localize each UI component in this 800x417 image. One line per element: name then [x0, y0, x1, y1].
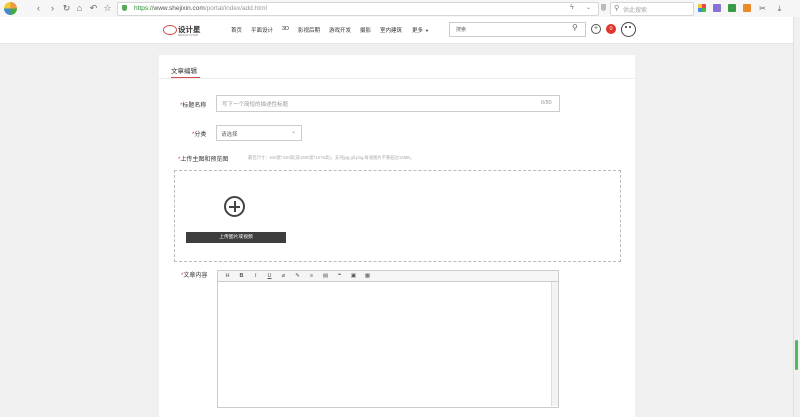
title-char-counter: 0/80	[541, 100, 552, 106]
nav-home[interactable]: 首页	[231, 26, 242, 34]
italic-icon[interactable]: I	[251, 272, 260, 280]
forward-icon[interactable]: ›	[47, 3, 58, 14]
tab-divider	[159, 78, 635, 79]
nav-graphic-design[interactable]: 平面设计	[251, 26, 273, 34]
site-search-input[interactable]: 搜索 ⚲	[449, 22, 586, 37]
upload-hint: 最佳尺寸：640宽*430高(或1600宽*1075高)，支持jpg,gif,p…	[248, 155, 415, 160]
upload-label-text: 上传主图和预览图	[180, 157, 229, 163]
nav-post-production[interactable]: 影视后期	[298, 26, 320, 34]
shield-icon[interactable]	[601, 4, 606, 11]
category-select[interactable]: 请选择 ⌄	[216, 125, 302, 141]
site-header: 设计星 DESIGN STAR 首页 平面设计 3D 影视后期 游戏开发 摄影 …	[0, 17, 793, 44]
title-placeholder: 写下一个简短的描述性标题	[222, 102, 289, 108]
nav-photography[interactable]: 摄影	[360, 26, 371, 34]
caret-down-icon: ▼	[425, 28, 429, 33]
secure-shield-icon	[122, 5, 127, 11]
scissors-icon[interactable]: ✂	[757, 3, 768, 14]
list-icon[interactable]: ≡	[307, 272, 316, 280]
avatar-face-icon	[625, 26, 627, 28]
content-label: *文章内容	[181, 270, 207, 279]
back-icon[interactable]: ‹	[33, 3, 44, 14]
bookmark-star-icon[interactable]: ☆	[102, 3, 113, 14]
underline-icon[interactable]: U	[265, 272, 274, 280]
notification-badge[interactable]: 0	[606, 24, 616, 34]
avatar[interactable]	[621, 22, 636, 37]
browser-search-placeholder: 供此搜索	[623, 8, 648, 14]
category-selected-value: 请选择	[221, 132, 238, 138]
scroll-thumb[interactable]	[795, 340, 798, 370]
nav-more-label: 更多	[412, 28, 424, 34]
undo-icon[interactable]: ↶	[88, 3, 99, 14]
logo-subtext: DESIGN STAR	[178, 33, 199, 37]
plus-vertical	[233, 201, 236, 212]
purple-extension-icon[interactable]	[713, 4, 721, 12]
editor-toolbar: H B I U ⌀ ✎ ≡ ▤ ❝ ▣ ▦	[218, 271, 558, 282]
browser-toolbar: ‹ › ↻ ⌂ ↶ ☆ https://www.shejixin.com/por…	[0, 0, 800, 18]
nav-3d[interactable]: 3D	[282, 26, 289, 32]
brush-icon[interactable]: ✎	[293, 272, 302, 280]
reload-icon[interactable]: ↻	[61, 3, 72, 14]
chevron-down-icon[interactable]: ⌄	[586, 4, 591, 11]
add-circle-icon[interactable]	[224, 196, 245, 217]
title-label-text: 标题名称	[182, 103, 207, 109]
address-text: https://www.shejixin.com/portal/index/ad…	[134, 5, 267, 12]
category-label-text: 分类	[194, 132, 207, 138]
site-logo[interactable]: 设计星 DESIGN STAR	[163, 23, 205, 37]
orange-extension-icon[interactable]	[743, 4, 751, 12]
add-circle-icon[interactable]: +	[591, 24, 601, 34]
site-search-text: 搜索	[456, 27, 467, 33]
heading-icon[interactable]: H	[223, 272, 232, 280]
home-icon[interactable]: ⌂	[74, 3, 85, 14]
lightning-icon[interactable]: ϟ	[570, 4, 574, 11]
browser-logo-icon	[4, 2, 17, 15]
upload-dropzone[interactable]	[174, 170, 621, 262]
grid-extension-icon[interactable]	[698, 4, 706, 12]
bold-icon[interactable]: B	[237, 272, 246, 280]
nav-more[interactable]: 更多 ▼	[412, 26, 429, 34]
magnifier-icon[interactable]: ⚲	[572, 23, 578, 32]
nav-interior[interactable]: 室内建筑	[380, 26, 402, 34]
title-label: *标题名称	[180, 100, 206, 109]
avatar-eye-icon	[629, 26, 631, 28]
nav-game-dev[interactable]: 游戏开发	[329, 26, 351, 34]
tab-article-edit[interactable]: 文章编辑	[171, 65, 197, 75]
upload-label: *上传主图和预览图	[178, 154, 228, 163]
address-bar[interactable]: https://www.shejixin.com/portal/index/ad…	[117, 2, 599, 16]
qr-extension-icon[interactable]	[728, 4, 736, 12]
image-icon[interactable]: ▣	[349, 272, 358, 280]
rich-text-editor[interactable]: H B I U ⌀ ✎ ≡ ▤ ❝ ▣ ▦	[217, 270, 559, 408]
category-label: *分类	[192, 129, 206, 138]
content-label-text: 文章内容	[183, 273, 208, 279]
editor-scrollbar[interactable]	[551, 282, 558, 406]
search-icon: ⚲	[614, 5, 620, 12]
align-icon[interactable]: ▤	[321, 272, 330, 280]
eraser-icon[interactable]: ⌀	[279, 272, 288, 280]
chevron-down-icon: ⌄	[291, 129, 297, 135]
upload-media-button[interactable]: 上传图片或视频	[186, 232, 286, 243]
planet-logo-icon	[163, 25, 177, 35]
title-input[interactable]: 写下一个简短的描述性标题 0/80	[216, 95, 560, 112]
browser-search-input[interactable]: ⚲ 供此搜索	[610, 2, 694, 16]
download-icon[interactable]: ⤓	[774, 3, 785, 14]
table-icon[interactable]: ▦	[363, 272, 372, 280]
quote-icon[interactable]: ❝	[335, 272, 344, 280]
